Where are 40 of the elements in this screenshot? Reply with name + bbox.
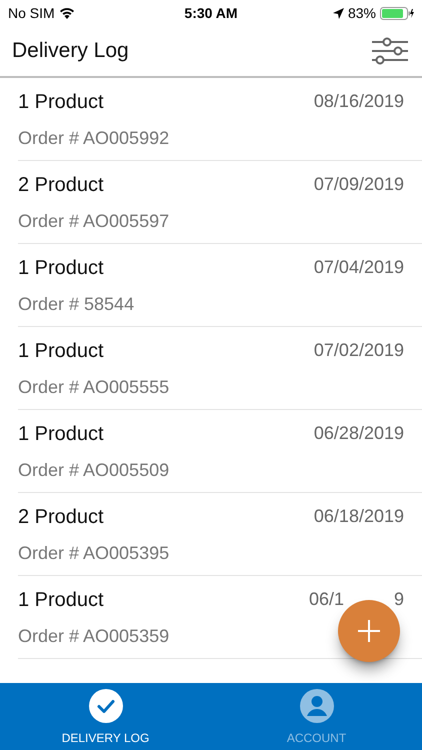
order-date: 08/16/2019 [314, 90, 404, 113]
order-number: Order # AO005509 [18, 458, 170, 482]
wifi-icon [58, 7, 75, 19]
battery-icon [380, 6, 414, 20]
battery-percent: 83% [348, 4, 376, 22]
order-date: 07/09/2019 [314, 173, 404, 196]
order-row[interactable]: 1 Product 06/28/2019 Order # AO005509 [18, 410, 422, 493]
order-row[interactable]: 1 Product 07/02/2019 Order # AO005555 [18, 327, 422, 410]
order-date: 07/04/2019 [314, 256, 404, 279]
order-date: 07/02/2019 [314, 339, 404, 362]
order-row[interactable]: 1 Product 07/04/2019 Order # 58544 [18, 244, 422, 327]
order-number: Order # AO005555 [18, 376, 170, 398]
product-count: 1 Product [18, 338, 104, 364]
order-number: Order # AO005597 [18, 210, 170, 232]
check-icon [88, 689, 122, 723]
order-number: Order # AO005992 [18, 126, 170, 150]
filter-sliders-icon[interactable] [370, 36, 410, 66]
product-count: 1 Product [18, 256, 104, 280]
product-count: 2 Product [18, 504, 104, 530]
product-count: 1 Product [18, 90, 104, 114]
page-title: Delivery Log [12, 38, 129, 64]
product-count: 1 Product [18, 588, 104, 612]
tab-bar-item[interactable]: DELIVERY LOG [0, 683, 211, 750]
order-number: Order # 58544 [18, 292, 134, 316]
order-row[interactable]: 1 Product 08/16/2019 Order # AO005992 [18, 78, 422, 161]
location-arrow-icon [332, 8, 344, 18]
order-date: 06/1 [308, 588, 344, 611]
order-row[interactable]: 2 Product 06/18/2019 Order # AO005395 [18, 493, 422, 576]
order-date: 9 [394, 588, 404, 611]
product-count: 2 Product [18, 172, 104, 198]
order-number: Order # AO005395 [18, 542, 170, 564]
order-date: 06/28/2019 [314, 422, 404, 445]
order-date: 06/18/2019 [314, 505, 404, 528]
clock-text: 5:30 AM [184, 4, 238, 22]
order-row[interactable]: 2 Product 07/09/2019 Order # AO005597 [18, 161, 422, 244]
plus-icon [357, 619, 381, 643]
person-icon [300, 689, 334, 723]
order-number: Order # AO005359 [18, 624, 170, 648]
product-count: 1 Product [18, 422, 104, 446]
carrier-text: No SIM [8, 4, 55, 22]
